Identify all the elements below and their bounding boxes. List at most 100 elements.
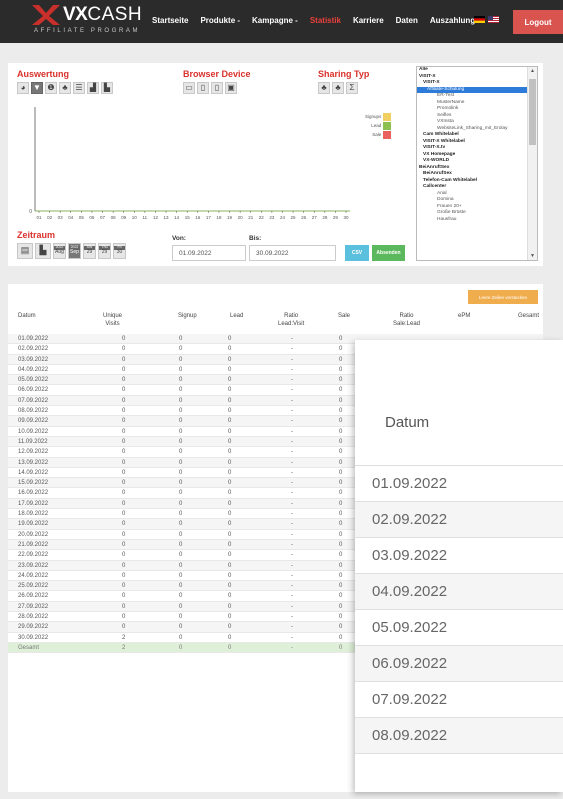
- nav-item-karriere[interactable]: Karriere: [353, 16, 384, 25]
- sharing-icons: ♣ ♣ Σ: [318, 82, 358, 94]
- info-icon[interactable]: ❶: [45, 82, 57, 94]
- sum-icon[interactable]: Σ: [346, 82, 358, 94]
- nav-item-kampagne[interactable]: Kampagne -: [252, 16, 298, 25]
- table-cell: 15.09.2022: [18, 480, 49, 487]
- bis-date-input[interactable]: 30.09.2022: [249, 245, 336, 261]
- listbox-option[interactable]: Hausfrau: [417, 217, 537, 224]
- nav-item-daten[interactable]: Daten: [396, 16, 418, 25]
- table-cell: 0: [339, 624, 343, 631]
- funnel-icon[interactable]: ▼: [31, 82, 43, 94]
- phone-icon[interactable]: ▯: [211, 82, 223, 94]
- table-cell: 0: [179, 469, 183, 476]
- x-tick-label: 22: [259, 215, 265, 220]
- column-header[interactable]: Gesamt: [518, 312, 539, 320]
- table-cell: 0: [179, 438, 183, 445]
- desktop-icon[interactable]: ▭: [183, 82, 195, 94]
- table-cell: 21.09.2022: [18, 541, 49, 548]
- logo-vx: VX: [63, 4, 88, 25]
- us-flag-icon[interactable]: [488, 16, 499, 23]
- x-tick-label: 28: [322, 215, 328, 220]
- scroll-up-icon[interactable]: ▲: [530, 68, 535, 74]
- table-cell: 0: [228, 562, 232, 569]
- table-cell: 0: [339, 418, 343, 425]
- nav-item-statistik[interactable]: Statistik: [310, 16, 341, 25]
- table-cell: Gesamt: [18, 644, 40, 651]
- x-tick-label: 07: [100, 215, 106, 220]
- x-tick-label: 06: [89, 215, 95, 220]
- legend-swatch: [383, 130, 392, 139]
- vxcash-logo[interactable]: VX CASH AFFILIATE PROGRAM: [32, 4, 142, 34]
- nav-item-auszahlung[interactable]: Auszahlung: [430, 16, 475, 25]
- table-cell: 0: [122, 511, 126, 518]
- table-cell: 0: [122, 521, 126, 528]
- column-header[interactable]: Lead: [230, 312, 243, 320]
- week-button[interactable]: SW 29: [83, 243, 96, 259]
- tablet-icon[interactable]: ▯: [197, 82, 209, 94]
- absenden-button[interactable]: Absenden: [372, 245, 405, 261]
- sharing-type-2-icon[interactable]: ♣: [332, 82, 344, 94]
- table-cell: 0: [179, 428, 183, 435]
- day-30-button[interactable]: Fri 30: [113, 243, 126, 259]
- pie-chart-icon[interactable]: ◕: [17, 82, 29, 94]
- table-cell: 0: [179, 418, 183, 425]
- table-cell: 0: [228, 418, 232, 425]
- von-date-input[interactable]: 01.09.2022: [172, 245, 246, 261]
- table-cell: -: [291, 459, 293, 466]
- table-cell: 0: [339, 438, 343, 445]
- column-header[interactable]: Ratio Lead:Visit: [278, 312, 304, 328]
- table-cell: -: [291, 603, 293, 610]
- legend-swatch: [383, 112, 392, 121]
- month-sep-button[interactable]: 2022 Sep: [68, 243, 81, 259]
- german-flag-icon[interactable]: [474, 16, 485, 23]
- csv-button[interactable]: CSV: [345, 245, 369, 261]
- scroll-down-icon[interactable]: ▼: [530, 253, 535, 259]
- table-cell: 0: [339, 572, 343, 579]
- bis-label: Bis:: [249, 235, 262, 242]
- campaign-listbox[interactable]: Alle VISIT-X VISIT-X Affiliate-Schulung ER-T…: [416, 66, 538, 261]
- hide-empty-rows-button[interactable]: Leere Zeilen verstecken: [468, 290, 538, 304]
- sharing-type-1-icon[interactable]: ♣: [318, 82, 330, 94]
- column-header[interactable]: Datum: [18, 312, 36, 320]
- column-header[interactable]: Ratio Sale:Lead: [393, 312, 420, 328]
- column-header[interactable]: Unique Visits: [103, 312, 122, 328]
- table-cell: 0: [122, 603, 126, 610]
- x-tick-label: 09: [121, 215, 127, 220]
- table-cell: -: [291, 366, 293, 373]
- table-cell: 25.09.2022: [18, 583, 49, 590]
- table-cell: 0: [179, 634, 183, 641]
- legend-label: Signups: [365, 114, 382, 119]
- calendar-icon[interactable]: ▤: [17, 243, 33, 259]
- table-cell: -: [291, 346, 293, 353]
- nav-item-startseite[interactable]: Startseite: [152, 16, 188, 25]
- month-aug-button[interactable]: 2022 Aug: [53, 243, 66, 259]
- table-cell: -: [291, 572, 293, 579]
- table-cell: 0: [179, 500, 183, 507]
- bar-period-icon[interactable]: ▙: [35, 243, 51, 259]
- nav-item-produkte[interactable]: Produkte -: [200, 16, 240, 25]
- table-cell: 0: [339, 346, 343, 353]
- scroll-thumb[interactable]: [529, 79, 536, 145]
- table-cell: 0: [228, 552, 232, 559]
- x-tick-label: 23: [269, 215, 275, 220]
- table-cell: -: [291, 428, 293, 435]
- table-cell: 0: [122, 377, 126, 384]
- auswertung-icons: ◕ ▼ ❶ ♣ ☰ ▟ ▙: [17, 82, 113, 94]
- column-chart-icon[interactable]: ▙: [101, 82, 113, 94]
- table-cell: 0: [122, 531, 126, 538]
- table-cell: 0: [179, 377, 183, 384]
- list-icon[interactable]: ☰: [73, 82, 85, 94]
- day-29-button[interactable]: Thu 29: [98, 243, 111, 259]
- column-header[interactable]: ePM: [458, 312, 470, 320]
- table-cell: 0: [339, 356, 343, 363]
- column-header[interactable]: Sale: [338, 312, 350, 320]
- table-cell: 24.09.2022: [18, 572, 49, 579]
- listbox-scrollbar[interactable]: ▲ ▼: [527, 67, 537, 260]
- x-tick-label: 18: [216, 215, 222, 220]
- all-devices-icon[interactable]: ▣: [225, 82, 237, 94]
- table-cell: 0: [339, 614, 343, 621]
- bar-chart-icon[interactable]: ▟: [87, 82, 99, 94]
- users-icon[interactable]: ♣: [59, 82, 71, 94]
- logout-button[interactable]: Logout: [513, 10, 563, 34]
- column-header[interactable]: Signup: [178, 312, 197, 320]
- table-cell: 0: [339, 593, 343, 600]
